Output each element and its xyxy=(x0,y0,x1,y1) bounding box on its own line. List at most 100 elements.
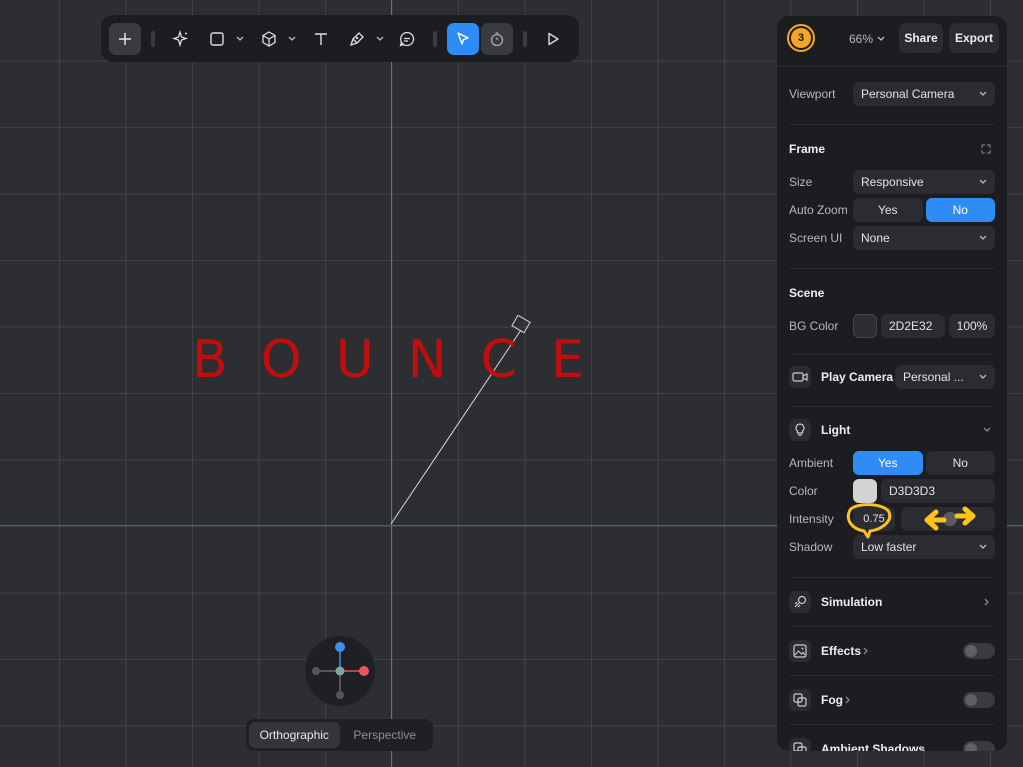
chevron-right-icon[interactable] xyxy=(863,647,869,655)
zoom-level: 66% xyxy=(849,32,874,46)
size-dropdown[interactable]: Responsive xyxy=(853,170,995,194)
comment-tool-button[interactable] xyxy=(391,23,423,55)
3d-object-menu-chevron[interactable] xyxy=(285,23,299,55)
bgcolor-hex-input[interactable]: 2D2E32 xyxy=(881,314,945,338)
divider xyxy=(789,724,995,725)
chevron-down-icon xyxy=(376,36,384,41)
main-toolbar xyxy=(101,15,579,62)
rectangle-tool-button[interactable] xyxy=(201,23,233,55)
orientation-gizmo[interactable] xyxy=(305,636,375,706)
simulation-title[interactable]: Simulation xyxy=(821,595,882,609)
play-camera-label: Play Camera xyxy=(821,370,894,384)
divider xyxy=(789,268,995,269)
chevron-down-icon xyxy=(236,36,244,41)
chevron-down-icon xyxy=(979,91,987,96)
chevron-right-icon[interactable] xyxy=(919,745,925,751)
ambient-shadows-icon-box xyxy=(789,738,811,751)
size-label: Size xyxy=(789,175,813,189)
bgcolor-swatch[interactable] xyxy=(853,314,877,338)
comment-icon xyxy=(399,31,415,46)
avatar-count: 3 xyxy=(791,28,811,48)
shadow-value: Low faster xyxy=(861,540,917,554)
play-camera-icon-box xyxy=(789,366,811,388)
projection-toggle: Orthographic Perspective xyxy=(246,719,433,751)
bgcolor-opacity-input[interactable]: 100% xyxy=(949,314,995,338)
ambient-yes-option[interactable]: Yes xyxy=(853,451,923,475)
bounce-text-object[interactable]: BOUNCE xyxy=(192,330,618,390)
chevron-right-icon[interactable] xyxy=(845,696,851,704)
add-icon xyxy=(119,32,131,45)
3d-object-tool-button[interactable] xyxy=(253,23,285,55)
screenui-dropdown[interactable]: None xyxy=(853,226,995,250)
fog-title[interactable]: Fog xyxy=(821,693,843,707)
play-camera-dropdown[interactable]: Personal ... xyxy=(895,365,995,389)
shadow-label: Shadow xyxy=(789,540,833,554)
divider xyxy=(789,354,995,355)
chevron-down-icon xyxy=(979,544,987,549)
rectangle-menu-chevron[interactable] xyxy=(233,23,247,55)
play-camera-value: Personal ... xyxy=(903,370,964,384)
toolbar-divider xyxy=(523,30,527,47)
viewport-dropdown[interactable]: Personal Camera xyxy=(853,82,995,106)
effects-title[interactable]: Effects xyxy=(821,644,861,658)
play-icon xyxy=(548,32,559,45)
orthographic-option[interactable]: Orthographic xyxy=(249,722,340,748)
ai-tool-button[interactable] xyxy=(165,23,197,55)
shadow-layers-icon xyxy=(793,742,807,751)
layers-icon xyxy=(793,693,807,707)
ambient-label: Ambient xyxy=(789,456,834,470)
select-tool-button[interactable] xyxy=(447,22,479,55)
intensity-slider-thumb[interactable] xyxy=(943,512,957,526)
effects-icon-box xyxy=(789,640,811,662)
screenui-value: None xyxy=(861,231,890,245)
expand-icon[interactable] xyxy=(981,144,991,154)
perspective-option[interactable]: Perspective xyxy=(340,722,431,748)
pen-icon xyxy=(349,31,364,46)
avatar[interactable]: 3 xyxy=(787,24,815,52)
shadow-dropdown[interactable]: Low faster xyxy=(853,535,995,559)
chevron-down-icon xyxy=(979,374,987,379)
toolbar-divider xyxy=(433,30,437,47)
light-icon-box xyxy=(789,419,811,441)
chevron-down-icon[interactable] xyxy=(983,427,991,433)
pen-tool-button[interactable] xyxy=(341,23,373,55)
divider xyxy=(777,66,1007,67)
cube-icon xyxy=(262,30,276,47)
chevron-down-icon xyxy=(877,36,885,41)
rectangle-icon xyxy=(210,31,224,46)
ambient-no-option[interactable]: No xyxy=(925,451,995,475)
export-button[interactable]: Export xyxy=(949,23,999,53)
timer-tool-button[interactable] xyxy=(481,22,513,55)
timer-icon xyxy=(490,31,504,46)
ambient-shadows-title[interactable]: Ambient Shadows xyxy=(821,742,925,751)
light-color-swatch[interactable] xyxy=(853,479,877,503)
divider xyxy=(789,406,995,407)
axis-gizmo-graphic xyxy=(312,642,369,699)
chevron-right-icon[interactable] xyxy=(984,598,990,606)
screenui-label: Screen UI xyxy=(789,231,843,245)
share-button[interactable]: Share xyxy=(899,23,943,53)
fog-toggle[interactable] xyxy=(963,692,995,708)
autozoom-yes-option[interactable]: Yes xyxy=(853,198,923,222)
autozoom-toggle: Yes No xyxy=(853,198,995,222)
chevron-down-icon xyxy=(288,36,296,41)
zoom-dropdown[interactable]: 66% xyxy=(849,32,885,46)
effects-toggle[interactable] xyxy=(963,643,995,659)
intensity-label: Intensity xyxy=(789,512,834,526)
ai-sparkle-icon xyxy=(172,29,189,47)
autozoom-no-option[interactable]: No xyxy=(925,198,995,222)
text-tool-button[interactable] xyxy=(305,23,337,55)
bgcolor-label: BG Color xyxy=(789,319,839,333)
intensity-slider[interactable] xyxy=(901,507,995,531)
ambient-toggle: Yes No xyxy=(853,451,995,475)
pen-menu-chevron[interactable] xyxy=(373,23,387,55)
light-color-hex-input[interactable]: D3D3D3 xyxy=(881,479,995,503)
add-button[interactable] xyxy=(109,22,141,55)
size-value: Responsive xyxy=(861,175,924,189)
ambient-shadows-toggle[interactable] xyxy=(963,741,995,751)
color-label: Color xyxy=(789,484,818,498)
divider xyxy=(789,577,995,578)
scene-title: Scene xyxy=(789,286,825,300)
play-button[interactable] xyxy=(537,23,569,55)
intensity-input[interactable]: 0.75 xyxy=(853,507,895,531)
